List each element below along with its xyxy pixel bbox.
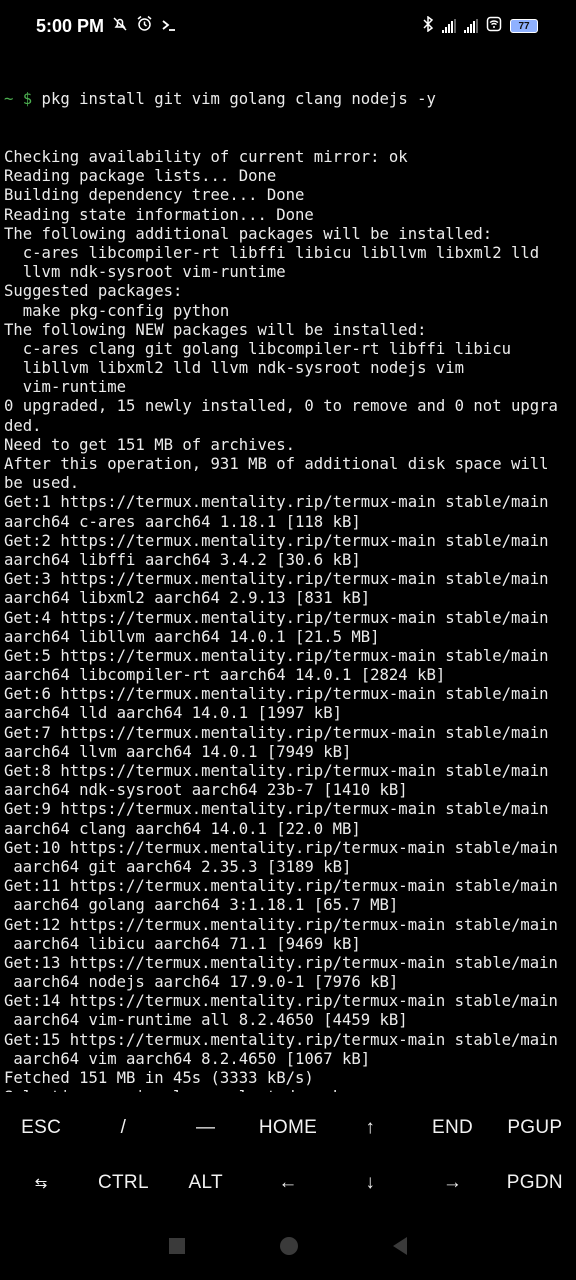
terminal-line: c-ares libcompiler-rt libffi libicu libl… bbox=[4, 243, 540, 262]
terminal-line: be used. bbox=[4, 474, 80, 493]
esc-key[interactable]: ESC bbox=[0, 1100, 82, 1155]
status-bar: 5:00 PM 77 bbox=[0, 0, 576, 52]
signal-icon bbox=[464, 19, 478, 33]
terminal-line: make pkg-config python bbox=[4, 301, 230, 320]
terminal-line: aarch64 libcompiler-rt aarch64 14.0.1 [2… bbox=[4, 666, 446, 685]
terminal-line: Get:11 https://termux.mentality.rip/term… bbox=[4, 877, 558, 896]
terminal-line: aarch64 golang aarch64 3:1.18.1 [65.7 MB… bbox=[4, 896, 399, 915]
terminal-line: aarch64 libffi aarch64 3.4.2 [30.6 kB] bbox=[4, 550, 361, 569]
clock: 5:00 PM bbox=[36, 15, 105, 36]
terminal-line: Get:8 https://termux.mentality.rip/termu… bbox=[4, 762, 549, 780]
terminal-line: Get:13 https://termux.mentality.rip/term… bbox=[4, 953, 558, 972]
terminal-line: Get:10 https://termux.mentality.rip/term… bbox=[4, 838, 558, 857]
shell-prompt: ~ $ bbox=[4, 90, 33, 109]
terminal-line: libllvm libxml2 lld llvm ndk-sysroot nod… bbox=[4, 359, 465, 378]
terminal-line: Get:3 https://termux.mentality.rip/termu… bbox=[4, 570, 549, 589]
alt-key[interactable]: ALT bbox=[165, 1155, 247, 1210]
terminal-line: aarch64 libllvm aarch64 14.0.1 [21.5 MB] bbox=[4, 627, 380, 646]
terminal-line: Reading package lists... Done bbox=[4, 167, 277, 186]
terminal-line: Suggested packages: bbox=[4, 282, 183, 301]
home-button[interactable] bbox=[280, 1237, 298, 1255]
terminal-line: Need to get 151 MB of archives. bbox=[4, 435, 296, 454]
terminal-line: aarch64 vim-runtime all 8.2.4650 [4459 k… bbox=[4, 1011, 408, 1030]
recents-button[interactable] bbox=[169, 1238, 185, 1254]
terminal-line: The following additional packages will b… bbox=[4, 224, 493, 243]
alarm-icon bbox=[136, 15, 153, 37]
terminal-line: Reading state information... Done bbox=[4, 205, 314, 224]
signal-icon bbox=[442, 19, 456, 33]
dash-key[interactable]: — bbox=[165, 1100, 247, 1155]
terminal-line: aarch64 libxml2 aarch64 2.9.13 [831 kB] bbox=[4, 589, 371, 608]
terminal-line: Get:9 https://termux.mentality.rip/termu… bbox=[4, 800, 549, 819]
bluetooth-icon bbox=[422, 15, 434, 36]
command-text: pkg install git vim golang clang nodejs … bbox=[32, 90, 436, 109]
pgdn-key[interactable]: PGDN bbox=[494, 1155, 576, 1210]
terminal-line: vim-runtime bbox=[4, 378, 127, 397]
terminal-line: aarch64 clang aarch64 14.0.1 [22.0 MB] bbox=[4, 819, 361, 838]
home-key[interactable]: HOME bbox=[247, 1100, 329, 1155]
output-lines: Checking availability of current mirror:… bbox=[4, 148, 572, 1092]
terminal-line: aarch64 c-ares aarch64 1.18.1 [118 kB] bbox=[4, 512, 361, 531]
terminal-line: ded. bbox=[4, 416, 42, 435]
terminal-line: aarch64 libicu aarch64 71.1 [9469 kB] bbox=[4, 934, 361, 953]
back-button[interactable] bbox=[393, 1237, 407, 1255]
terminal-line: llvm ndk-sysroot vim-runtime bbox=[4, 263, 286, 282]
terminal-line: aarch64 git aarch64 2.35.3 [3189 kB] bbox=[4, 857, 352, 876]
terminal-line: Get:2 https://termux.mentality.rip/termu… bbox=[4, 531, 549, 550]
terminal-line: Get:7 https://termux.mentality.rip/termu… bbox=[4, 723, 549, 742]
terminal-output[interactable]: ~ $ pkg install git vim golang clang nod… bbox=[4, 52, 572, 1092]
status-right: 77 bbox=[422, 15, 538, 36]
terminal-line: aarch64 nodejs aarch64 17.9.0-1 [7976 kB… bbox=[4, 973, 399, 992]
pgup-key[interactable]: PGUP bbox=[494, 1100, 576, 1155]
terminal-line: Get:14 https://termux.mentality.rip/term… bbox=[4, 992, 558, 1011]
tab-key[interactable]: ⇆ bbox=[0, 1155, 82, 1210]
terminal-line: Get:15 https://termux.mentality.rip/term… bbox=[4, 1030, 558, 1049]
arrow-down-key[interactable]: ↓ bbox=[329, 1155, 411, 1210]
slash-key[interactable]: / bbox=[82, 1100, 164, 1155]
arrow-left-key[interactable]: ← bbox=[247, 1155, 329, 1210]
terminal-line: Get:5 https://termux.mentality.rip/termu… bbox=[4, 646, 549, 665]
terminal-line: Selecting previously unselected package … bbox=[4, 1088, 572, 1092]
navigation-bar bbox=[0, 1212, 576, 1280]
terminal-line: The following NEW packages will be insta… bbox=[4, 320, 427, 339]
terminal-line: aarch64 vim aarch64 8.2.4650 [1067 kB] bbox=[4, 1049, 371, 1068]
terminal-line: Get:4 https://termux.mentality.rip/termu… bbox=[4, 608, 549, 627]
terminal-line: 0 upgraded, 15 newly installed, 0 to rem… bbox=[4, 397, 558, 416]
wifi-icon bbox=[486, 16, 502, 36]
terminal-line: aarch64 llvm aarch64 14.0.1 [7949 kB] bbox=[4, 742, 352, 761]
mute-icon bbox=[112, 16, 128, 37]
terminal-line: aarch64 ndk-sysroot aarch64 23b-7 [1410 … bbox=[4, 781, 408, 800]
arrow-up-key[interactable]: ↑ bbox=[329, 1100, 411, 1155]
extra-keys-bar: ESC / — HOME ↑ END PGUP ⇆ CTRL ALT ← ↓ →… bbox=[0, 1100, 576, 1210]
battery-icon: 77 bbox=[510, 19, 538, 33]
terminal-line: Building dependency tree... Done bbox=[4, 186, 305, 205]
command-line: ~ $ pkg install git vim golang clang nod… bbox=[4, 90, 572, 109]
terminal-line: Get:12 https://termux.mentality.rip/term… bbox=[4, 915, 558, 934]
terminal-line: Get:1 https://termux.mentality.rip/termu… bbox=[4, 493, 549, 512]
terminal-line: c-ares clang git golang libcompiler-rt l… bbox=[4, 339, 511, 358]
terminal-line: Fetched 151 MB in 45s (3333 kB/s) bbox=[4, 1069, 314, 1087]
status-left: 5:00 PM bbox=[36, 15, 177, 37]
end-key[interactable]: END bbox=[411, 1100, 493, 1155]
terminal-line: After this operation, 931 MB of addition… bbox=[4, 455, 549, 473]
terminal-line: aarch64 lld aarch64 14.0.1 [1997 kB] bbox=[4, 704, 342, 723]
terminal-line: Checking availability of current mirror:… bbox=[4, 148, 408, 166]
terminal-line: Get:6 https://termux.mentality.rip/termu… bbox=[4, 685, 549, 704]
ctrl-key[interactable]: CTRL bbox=[82, 1155, 164, 1210]
terminal-icon bbox=[161, 16, 177, 37]
arrow-right-key[interactable]: → bbox=[411, 1155, 493, 1210]
